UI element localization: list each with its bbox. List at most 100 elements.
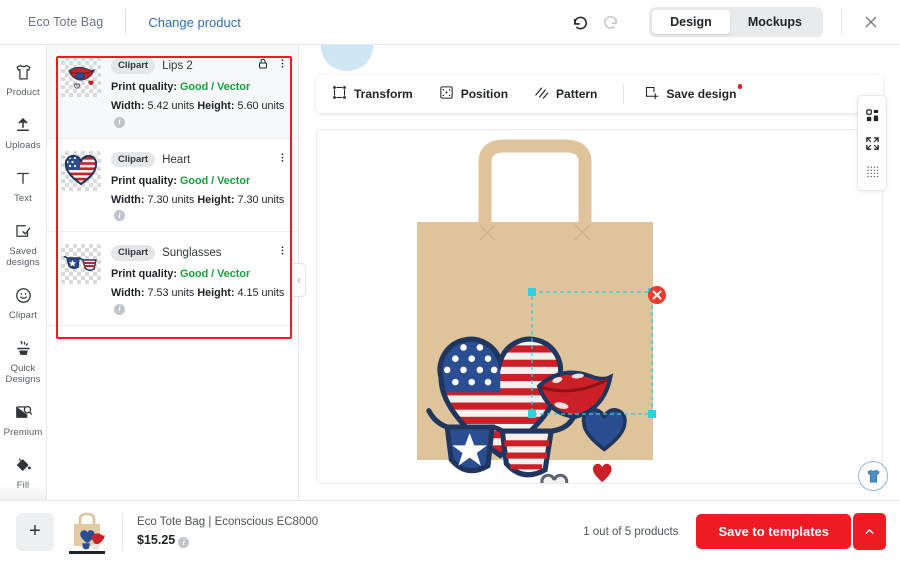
layer-details: Clipart Sunglasses Print quality: Good /… [101,244,288,315]
divider [125,9,127,35]
units-label: units [261,100,285,112]
print-quality-value: Good / Vector [179,174,251,187]
redo-icon[interactable] [595,7,625,37]
quick-designs-icon [14,337,33,359]
dotted-grid-icon[interactable] [858,157,886,185]
position-button[interactable]: Position [439,85,508,103]
sidebar-item-label: Uploads [5,140,41,151]
pattern-button[interactable]: Pattern [534,85,597,103]
lock-icon[interactable] [257,57,269,75]
save-design-button[interactable]: Save design [644,84,743,103]
units-label: units [171,193,195,206]
collapse-panel-handle[interactable] [293,263,306,297]
canvas-tools [857,95,887,191]
width-label: Width: [111,287,145,299]
design-stage[interactable] [316,129,883,484]
sidebar-item-label: Clipart [8,310,38,321]
layer-print-quality: Print quality: Good / Vector [111,267,288,281]
tote-bag-thumb-icon [74,512,106,550]
layout-grid-icon[interactable] [858,101,886,129]
layer-type-badge: Clipart [111,58,156,74]
tab-mockups[interactable]: Mockups [730,10,820,35]
left-sidebar: Product Uploads Text Saved designs Clipa… [0,45,47,500]
change-product-link[interactable]: Change product [148,15,241,30]
layers-panel: Clipart Lips 2 Print quality: Good / Vec… [47,45,299,500]
print-quality-value: Good / Vector [179,268,251,280]
rail-fade [0,484,46,500]
layer-details: Clipart Heart Print quality: Good / Vect… [101,151,288,221]
sidebar-item-product[interactable]: Product [0,61,47,98]
tshirt-preview-icon[interactable] [858,461,888,491]
info-icon[interactable]: i [114,210,125,221]
print-quality-label: Print quality: [111,81,177,93]
height-label: Height: [197,287,235,299]
layer-print-quality: Print quality: Good / Vector [111,174,288,188]
undo-icon[interactable] [565,7,595,37]
transform-icon [332,85,347,103]
layer-thumbnail [61,150,101,191]
tab-design[interactable]: Design [652,9,730,35]
save-options-button[interactable] [853,513,886,550]
layer-item[interactable]: Clipart Sunglasses Print quality: Good /… [47,232,298,326]
sidebar-item-quick-designs[interactable]: Quick Designs [0,337,47,385]
sidebar-item-clipart[interactable]: Clipart [0,284,47,321]
text-icon [14,167,32,189]
transform-button[interactable]: Transform [332,85,413,103]
height-value: 7.30 [237,193,259,206]
save-design-label: Save design [666,84,743,101]
chevron-up-icon [865,529,874,534]
close-icon[interactable] [856,7,886,37]
sidebar-item-label: Premium [3,427,43,438]
layer-type-badge: Clipart [111,151,156,168]
design-studio-app: Eco Tote Bag Change product Design Mocku… [0,0,900,562]
active-indicator [69,551,105,554]
width-value: 7.30 [147,193,169,206]
units-label: units [171,287,195,299]
width-value: 5.42 [147,100,169,112]
height-label: Height: [197,193,235,206]
layer-menu-icon[interactable] [277,244,288,262]
sidebar-item-label: Quick Designs [5,363,41,385]
layer-actions [257,57,288,75]
units-label: units [261,287,285,299]
pattern-icon [534,85,549,103]
sidebar-item-uploads[interactable]: Uploads [0,114,47,151]
sidebar-item-label: Product [6,87,40,98]
saved-designs-icon [14,220,32,242]
width-label: Width: [111,100,145,112]
sidebar-item-premium[interactable]: Premium [0,401,47,438]
smiley-icon [14,284,33,306]
layer-item[interactable]: Clipart Lips 2 Print quality: Good / Vec… [47,45,298,139]
product-count: 1 out of 5 products [583,525,679,538]
divider [122,513,123,550]
layer-menu-icon[interactable] [277,151,288,169]
height-value: 4.15 [237,287,259,299]
info-icon[interactable]: i [114,303,125,315]
layer-header: Clipart Lips 2 [111,57,288,75]
info-icon[interactable]: i [114,116,125,128]
save-to-templates-button[interactable]: Save to templates [696,514,851,549]
layer-menu-icon[interactable] [277,57,288,75]
units-label: units [261,193,285,206]
layer-item[interactable]: Clipart Heart Print quality: Good / Vect… [47,139,298,232]
print-quality-label: Print quality: [111,174,177,187]
layer-actions [277,151,288,169]
premium-image-icon [14,401,33,423]
expand-fullscreen-icon[interactable] [858,129,886,157]
sidebar-item-text[interactable]: Text [0,167,47,204]
sidebar-item-label: Saved designs [6,246,40,268]
design-toolbar: Transform Position Pattern Save design [316,75,883,113]
layer-name: Lips 2 [162,60,193,72]
add-product-button[interactable]: + [16,512,54,551]
info-icon[interactable]: i [178,536,190,548]
sidebar-item-label: Text [14,193,32,204]
height-value: 5.60 [237,100,259,112]
layer-print-quality: Print quality: Good / Vector [111,80,288,94]
width-value: 7.53 [147,287,169,299]
sidebar-item-saved-designs[interactable]: Saved designs [0,220,47,268]
print-quality-value: Good / Vector [179,81,251,93]
top-bar-actions: Design Mockups [565,6,900,38]
width-label: Width: [111,193,145,206]
product-thumbnail[interactable] [66,510,108,554]
upload-icon [14,114,32,136]
